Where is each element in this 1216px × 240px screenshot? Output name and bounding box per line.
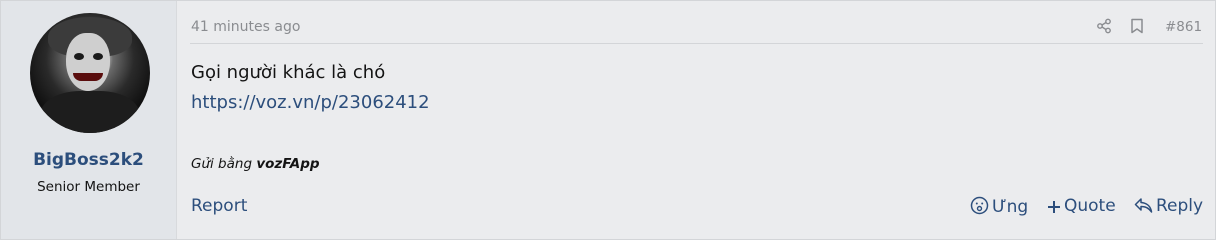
plus-icon <box>1048 201 1060 213</box>
reply-arrow-icon <box>1134 198 1153 213</box>
sent-via-signature: Gửi bằng vozFApp <box>191 156 320 172</box>
post-body-text: Gọi người khác là chó <box>191 62 386 83</box>
user-column: BigBoss2k2 Senior Member <box>1 1 177 239</box>
avatar-coat <box>40 91 140 133</box>
avatar[interactable] <box>30 13 150 133</box>
like-label: Ưng <box>992 197 1029 217</box>
quote-label: Quote <box>1064 196 1116 216</box>
user-title: Senior Member <box>37 179 140 195</box>
avatar-eye-right <box>93 53 103 60</box>
sent-via-prefix: Gửi bằng <box>191 156 253 172</box>
post-timestamp[interactable]: 41 minutes ago <box>191 19 300 35</box>
reply-label: Reply <box>1156 196 1204 216</box>
sent-via-app: vozFApp <box>256 156 320 172</box>
avatar-eye-left <box>74 53 84 60</box>
avatar-mouth <box>73 73 103 81</box>
bookmark-icon[interactable] <box>1130 18 1144 34</box>
post-link[interactable]: https://voz.vn/p/23062412 <box>191 92 430 113</box>
reaction-icon <box>970 196 989 215</box>
username[interactable]: BigBoss2k2 <box>1 150 176 170</box>
report-link[interactable]: Report <box>191 196 247 216</box>
reply-button[interactable]: Reply <box>1134 196 1203 220</box>
avatar-face <box>66 33 110 91</box>
post-header: 41 minutes ago #861 <box>190 17 1203 44</box>
share-icon[interactable] <box>1096 18 1112 34</box>
post-main: 41 minutes ago #861 Gọi người khác là ch… <box>190 1 1204 239</box>
message-post: BigBoss2k2 Senior Member 41 minutes ago … <box>0 0 1216 240</box>
quote-button[interactable]: Quote <box>1047 196 1116 220</box>
post-footer: Report Ưng Quote Reply <box>190 196 1204 222</box>
like-button[interactable]: Ưng <box>970 196 1028 220</box>
post-number-link[interactable]: #861 <box>1165 19 1202 35</box>
